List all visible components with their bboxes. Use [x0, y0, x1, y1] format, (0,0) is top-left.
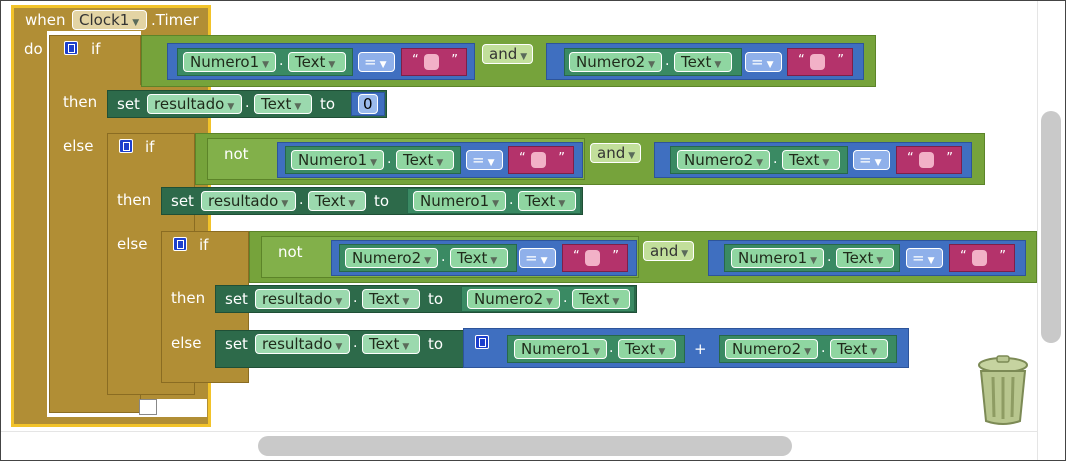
not-label: not: [224, 145, 249, 163]
empty-string-1a[interactable]: “”: [401, 48, 467, 76]
text-prop-dropdown[interactable]: Text ▼: [572, 289, 630, 309]
mutator-gear-icon[interactable]: [119, 139, 133, 153]
then-label: then: [117, 191, 152, 209]
equals-operator-dropdown[interactable]: = ▼: [906, 248, 943, 268]
numero1-dropdown[interactable]: Numero1 ▼: [291, 150, 384, 170]
equals-operator-dropdown[interactable]: = ▼: [519, 248, 556, 268]
numero2-dropdown[interactable]: Numero2 ▼: [467, 289, 560, 309]
equals-operator-dropdown[interactable]: = ▼: [745, 52, 782, 72]
text-prop-dropdown[interactable]: Text ▼: [308, 191, 366, 211]
numero1-dropdown[interactable]: Numero1 ▼: [731, 248, 824, 268]
equals-operator-dropdown[interactable]: = ▼: [853, 150, 890, 170]
resultado-dropdown[interactable]: resultado ▼: [255, 289, 350, 309]
numero2-dropdown[interactable]: Numero2 ▼: [677, 150, 770, 170]
else-label: else: [171, 334, 202, 352]
numero2-dropdown[interactable]: Numero2 ▼: [569, 52, 662, 72]
empty-string-3b[interactable]: “”: [949, 244, 1015, 272]
text-prop-dropdown[interactable]: Text ▼: [450, 248, 508, 268]
timer-event-label: .Timer: [151, 11, 199, 29]
if-label: if: [145, 138, 155, 156]
else-label: else: [63, 137, 94, 155]
empty-string-2b[interactable]: “”: [896, 146, 962, 174]
set-label: set: [117, 95, 140, 113]
resultado-dropdown[interactable]: resultado ▼: [201, 191, 296, 211]
mutator-gear-icon[interactable]: [475, 335, 489, 349]
vertical-scrollbar[interactable]: [1041, 111, 1061, 343]
resultado-dropdown[interactable]: resultado ▼: [147, 94, 242, 114]
equals-operator-dropdown[interactable]: = ▼: [358, 52, 395, 72]
blocks-workspace[interactable]: when Clock1 ▼ .Timer do if Numero1 ▼ . Tex…: [0, 0, 1066, 461]
set-label: set: [171, 192, 194, 210]
numero1-dropdown[interactable]: Numero1 ▼: [183, 52, 276, 72]
to-label: to: [428, 335, 444, 353]
text-prop-dropdown[interactable]: Text ▼: [362, 334, 420, 354]
when-label: when: [25, 11, 66, 29]
scroll-track-divider: [1, 431, 1037, 432]
numero1-dropdown[interactable]: Numero1 ▼: [514, 339, 607, 359]
then-label: then: [171, 289, 206, 307]
text-prop-dropdown[interactable]: Text ▼: [618, 339, 676, 359]
clock1-component-dropdown[interactable]: Clock1 ▼: [72, 10, 147, 30]
text-prop-dropdown[interactable]: Text ▼: [674, 52, 732, 72]
text-prop-dropdown[interactable]: Text ▼: [288, 52, 346, 72]
else-label: else: [117, 235, 148, 253]
numero2-dropdown[interactable]: Numero2 ▼: [725, 339, 818, 359]
then-label: then: [63, 93, 98, 111]
block-connector-square: [139, 399, 157, 415]
trash-can-icon[interactable]: [975, 355, 1031, 427]
do-label: do: [24, 40, 43, 58]
and-operator-dropdown[interactable]: and ▼: [643, 241, 694, 261]
numero1-dropdown[interactable]: Numero1 ▼: [413, 191, 506, 211]
horizontal-scrollbar[interactable]: [258, 436, 792, 456]
empty-string-1b[interactable]: “”: [787, 48, 853, 76]
set-label: set: [225, 335, 248, 353]
if-label: if: [91, 40, 101, 58]
set-label: set: [225, 290, 248, 308]
text-prop-dropdown[interactable]: Text ▼: [396, 150, 454, 170]
text-prop-dropdown[interactable]: Text ▼: [830, 339, 888, 359]
number-value-zero[interactable]: 0: [358, 94, 378, 114]
to-label: to: [374, 192, 390, 210]
text-prop-dropdown[interactable]: Text ▼: [782, 150, 840, 170]
numero2-dropdown[interactable]: Numero2 ▼: [345, 248, 438, 268]
text-prop-dropdown[interactable]: Text ▼: [254, 94, 312, 114]
text-prop-dropdown[interactable]: Text ▼: [836, 248, 894, 268]
plus-label: +: [694, 340, 707, 358]
if-label: if: [199, 236, 209, 254]
text-prop-dropdown[interactable]: Text ▼: [362, 289, 420, 309]
equals-operator-dropdown[interactable]: = ▼: [466, 150, 503, 170]
and-operator-dropdown[interactable]: and ▼: [590, 143, 641, 163]
text-prop-dropdown[interactable]: Text ▼: [518, 191, 576, 211]
mutator-gear-icon[interactable]: [64, 41, 78, 55]
not-label: not: [278, 243, 303, 261]
to-label: to: [320, 95, 336, 113]
to-label: to: [428, 290, 444, 308]
empty-string-2a[interactable]: “”: [508, 146, 574, 174]
resultado-dropdown[interactable]: resultado ▼: [255, 334, 350, 354]
dropdown-arrow-icon: ▼: [132, 18, 140, 28]
and-operator-dropdown[interactable]: and ▼: [482, 44, 533, 64]
mutator-gear-icon[interactable]: [173, 237, 187, 251]
scroll-track-divider: [1037, 1, 1038, 460]
empty-string-3a[interactable]: “”: [562, 244, 628, 272]
